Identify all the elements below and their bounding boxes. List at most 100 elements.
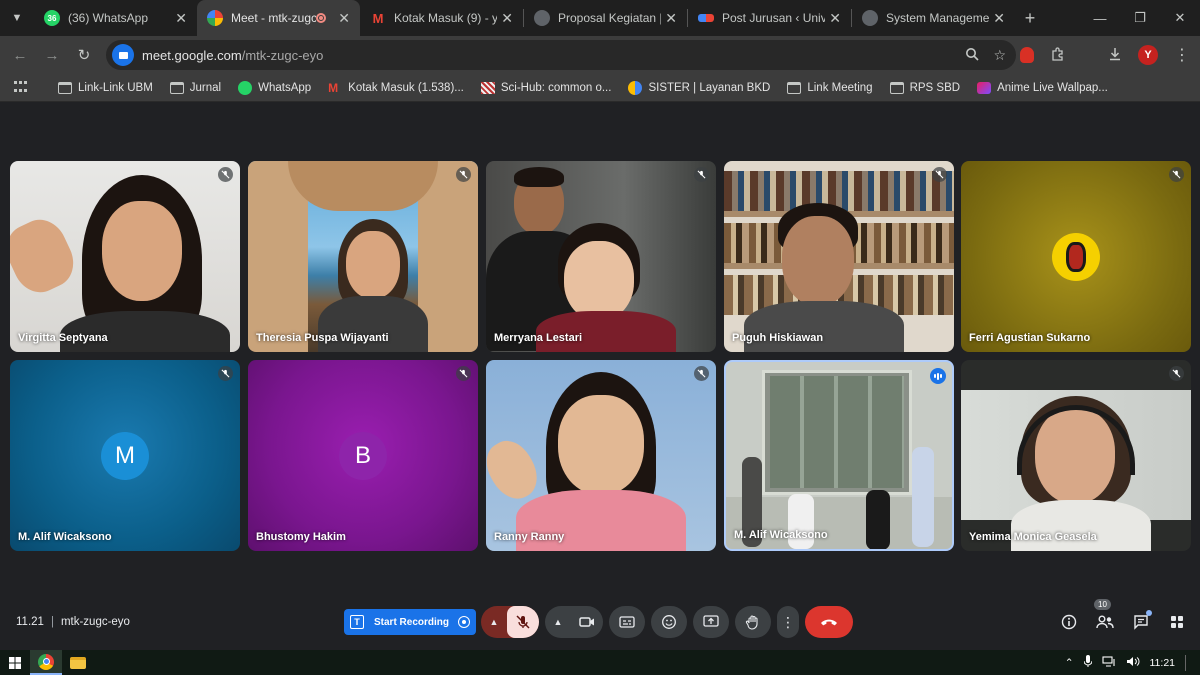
sister-icon — [628, 80, 643, 95]
globe-icon — [534, 10, 550, 26]
participant-tile[interactable]: Theresia Puspa Wijayanti — [248, 161, 478, 352]
more-options-button[interactable]: ⋮ — [777, 606, 799, 638]
mic-off-icon — [1169, 366, 1184, 381]
forward-arrow-icon[interactable]: → — [36, 39, 68, 71]
tab-search-chevron-icon[interactable]: ▼ — [0, 0, 34, 36]
notification-icon[interactable] — [1185, 654, 1186, 671]
file-explorer-taskbar-icon[interactable] — [62, 650, 94, 675]
tab-post-jurusan[interactable]: Post Jurusan ‹ Universitas ✕ — [688, 0, 851, 36]
present-screen-button[interactable] — [693, 606, 729, 638]
bookmarks-bar: Link-Link UBM Jurnal WhatsApp M Kotak Mas… — [0, 74, 1200, 102]
browser-tab-strip: ▼ 36 (36) WhatsApp ✕ Meet - mtk-zugc-eyo… — [0, 0, 1200, 36]
activities-grid-icon[interactable] — [1168, 613, 1186, 631]
taskbar-clock[interactable]: 11:21 — [1150, 657, 1176, 669]
meeting-info: 11.21 | mtk-zugc-eyo — [16, 616, 130, 628]
close-tab-icon[interactable]: ✕ — [829, 10, 841, 27]
extension-mic-icon[interactable] — [1020, 47, 1034, 63]
tab-title: Post Jurusan ‹ Universitas — [722, 11, 826, 25]
tab-gmail[interactable]: M Kotak Masuk (9) - ygea ✕ — [360, 0, 523, 36]
leave-call-button[interactable] — [805, 606, 853, 638]
bookmark-gmail[interactable]: M Kotak Masuk (1.538)... — [328, 82, 464, 94]
new-tab-plus-icon[interactable]: + — [1015, 8, 1045, 29]
meeting-code: mtk-zugc-eyo — [60, 616, 130, 628]
participant-initial-avatar: M — [101, 431, 149, 480]
participant-name: Merryana Lestari — [494, 332, 583, 344]
meet-site-icon[interactable] — [112, 44, 134, 66]
speaking-indicator-icon — [930, 368, 946, 384]
mic-options-chevron-icon[interactable]: ▲ — [481, 606, 507, 638]
raise-hand-button[interactable] — [735, 606, 771, 638]
close-tab-icon[interactable]: ✕ — [665, 10, 677, 27]
tray-chevron-up-icon[interactable]: ⌃ — [1065, 657, 1074, 669]
windows-start-icon[interactable] — [0, 650, 30, 675]
bookmark-rps-sbd[interactable]: RPS SBD — [889, 81, 960, 94]
chrome-menu-icon[interactable]: ⋮ — [1174, 45, 1190, 65]
participant-tile[interactable]: Merryana Lestari — [486, 161, 716, 352]
participant-tile[interactable]: Puguh Hiskiawan — [724, 161, 954, 352]
meeting-details-info-icon[interactable] — [1060, 613, 1078, 631]
zoom-icon[interactable] — [965, 47, 980, 64]
camera-button[interactable] — [571, 606, 603, 638]
participant-tile[interactable]: Ranny Ranny — [486, 360, 716, 551]
bookmark-star-icon[interactable]: ☆ — [993, 47, 1006, 64]
chat-button[interactable] — [1132, 610, 1152, 631]
site-icon — [698, 14, 714, 22]
profile-avatar[interactable]: Y — [1138, 45, 1158, 65]
reload-icon[interactable]: ↻ — [68, 39, 100, 71]
folder-icon — [58, 81, 72, 94]
participant-tile[interactable]: Virgitta Septyana — [10, 161, 240, 352]
system-tray: ⌃ 11:21 — [1065, 650, 1186, 675]
tray-mic-icon[interactable] — [1083, 655, 1092, 670]
camera-control: ▲ — [545, 606, 603, 638]
tab-meet[interactable]: Meet - mtk-zugc-eyo ✕ — [197, 0, 360, 36]
bookmark-link-link-ubm[interactable]: Link-Link UBM — [58, 81, 153, 94]
close-tab-icon[interactable]: ✕ — [175, 10, 187, 27]
close-tab-icon[interactable]: ✕ — [993, 10, 1005, 27]
tray-volume-icon[interactable] — [1126, 656, 1140, 670]
gmail-icon: M — [328, 80, 339, 95]
participant-tile[interactable]: B Bhustomy Hakim — [248, 360, 478, 551]
chrome-taskbar-icon[interactable] — [30, 650, 62, 675]
tab-title: Kotak Masuk (9) - ygea — [394, 11, 498, 25]
close-tab-icon[interactable]: ✕ — [501, 10, 513, 27]
mic-off-icon — [932, 167, 947, 182]
bookmark-link-meeting[interactable]: Link Meeting — [787, 81, 873, 94]
url-text: meet.google.com/mtk-zugc-eyo — [142, 47, 324, 63]
tab-title: Proposal Kegiatan | Perp — [558, 11, 662, 25]
participant-tile-active-speaker[interactable]: M. Alif Wicaksono — [724, 360, 954, 551]
apps-grid-icon[interactable] — [14, 80, 28, 95]
mic-off-icon — [694, 167, 709, 182]
participant-tile[interactable]: Yemima Monica Geasela — [961, 360, 1191, 551]
address-bar[interactable]: meet.google.com/mtk-zugc-eyo ☆ — [106, 40, 1016, 70]
tab-proposal[interactable]: Proposal Kegiatan | Perp ✕ — [524, 0, 687, 36]
start-recording-button[interactable]: T Start Recording — [344, 609, 476, 635]
close-window-icon[interactable]: ✕ — [1160, 0, 1200, 36]
bookmark-whatsapp[interactable]: WhatsApp — [238, 80, 311, 95]
people-button[interactable]: 10 — [1094, 599, 1114, 631]
emoji-reaction-button[interactable] — [651, 606, 687, 638]
mic-off-button[interactable] — [507, 606, 539, 638]
participant-name: Virgitta Septyana — [18, 332, 108, 344]
captions-button[interactable] — [609, 606, 645, 638]
minimize-icon[interactable]: — — [1080, 0, 1120, 36]
meet-control-bar: 11.21 | mtk-zugc-eyo T Start Recording ▲… — [0, 599, 1200, 648]
mic-off-icon — [456, 366, 471, 381]
extensions-puzzle-icon[interactable] — [1050, 46, 1066, 65]
restore-icon[interactable]: ❐ — [1120, 0, 1160, 36]
bookmark-sister[interactable]: SISTER | Layanan BKD — [628, 80, 770, 95]
camera-options-chevron-icon[interactable]: ▲ — [545, 606, 571, 638]
bookmark-jurnal[interactable]: Jurnal — [169, 81, 221, 94]
participant-name: Bhustomy Hakim — [256, 531, 346, 543]
participant-tile[interactable]: M M. Alif Wicaksono — [10, 360, 240, 551]
divider: | — [50, 616, 54, 628]
tab-whatsapp[interactable]: 36 (36) WhatsApp ✕ — [34, 0, 197, 36]
tray-network-icon[interactable] — [1101, 655, 1116, 670]
windows-taskbar: ⌃ 11:21 — [0, 650, 1200, 675]
tab-system-management[interactable]: System Management ✕ — [852, 0, 1015, 36]
bookmark-anime-wallpaper[interactable]: Anime Live Wallpap... — [977, 81, 1108, 94]
back-arrow-icon[interactable]: ← — [4, 39, 36, 71]
download-icon[interactable] — [1108, 47, 1122, 64]
participant-tile[interactable]: Ferri Agustian Sukarno — [961, 161, 1191, 352]
bookmark-scihub[interactable]: Sci-Hub: common o... — [480, 81, 611, 94]
close-tab-icon[interactable]: ✕ — [338, 10, 350, 27]
